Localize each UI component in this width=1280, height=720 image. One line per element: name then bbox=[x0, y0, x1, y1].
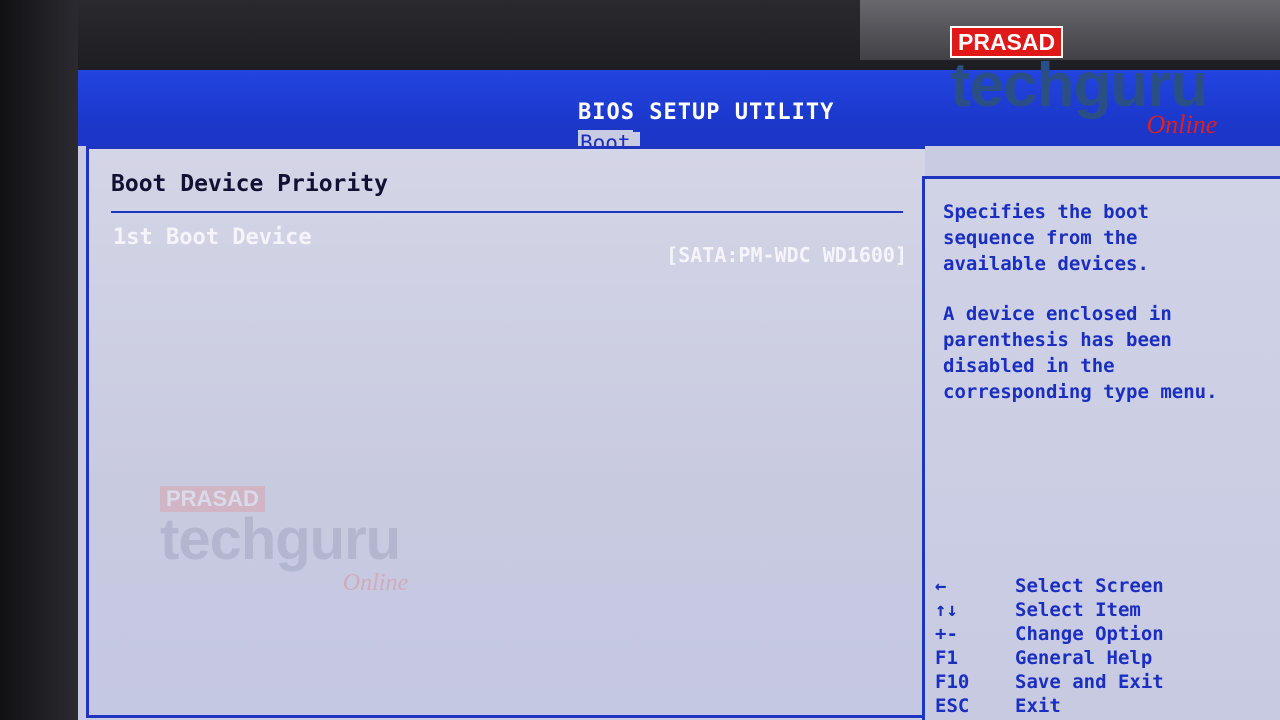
watermark-tagline: Online bbox=[1146, 110, 1218, 139]
help-note: A device enclosed in parenthesis has bee… bbox=[943, 303, 1218, 403]
boot-device-label[interactable]: 1st Boot Device bbox=[113, 225, 312, 250]
watermark-faint: PRASAD techguru Online bbox=[160, 486, 408, 596]
section-title: Boot Device Priority bbox=[111, 171, 388, 197]
key-desc: General Help bbox=[1015, 647, 1153, 669]
help-panel: Specifies the boot sequence from the ava… bbox=[925, 176, 1280, 720]
plus-minus-icon: +- bbox=[935, 623, 958, 645]
key-desc: Select Screen bbox=[1015, 575, 1164, 597]
key-desc: Change Option bbox=[1015, 623, 1164, 645]
bios-screen: BIOS SETUP UTILITY Boot Boot Device Prio… bbox=[78, 70, 1280, 720]
header-strip bbox=[78, 132, 1280, 146]
key-desc: Exit bbox=[1015, 695, 1061, 717]
boot-device-value[interactable]: [SATA:PM-WDC WD1600] bbox=[666, 243, 907, 267]
key-desc: Select Item bbox=[1015, 599, 1141, 621]
monitor-bezel-left bbox=[0, 0, 78, 720]
key-code: ESC bbox=[935, 695, 970, 717]
arrow-left-icon: ← bbox=[935, 575, 947, 597]
key-code: F10 bbox=[935, 671, 970, 693]
section-divider bbox=[111, 211, 903, 213]
watermark-brand: techguru bbox=[160, 507, 401, 572]
arrow-up-down-icon: ↑↓ bbox=[935, 599, 958, 621]
watermark-logo: PRASAD techguru Online bbox=[950, 26, 1217, 139]
key-code: F1 bbox=[935, 647, 958, 669]
main-panel: Boot Device Priority 1st Boot Device [SA… bbox=[86, 146, 925, 718]
bios-title: BIOS SETUP UTILITY bbox=[578, 100, 835, 125]
help-description: Specifies the boot sequence from the ava… bbox=[943, 201, 1149, 275]
watermark-brand: techguru bbox=[950, 51, 1208, 120]
watermark-tagline: Online bbox=[342, 570, 409, 596]
key-desc: Save and Exit bbox=[1015, 671, 1164, 693]
